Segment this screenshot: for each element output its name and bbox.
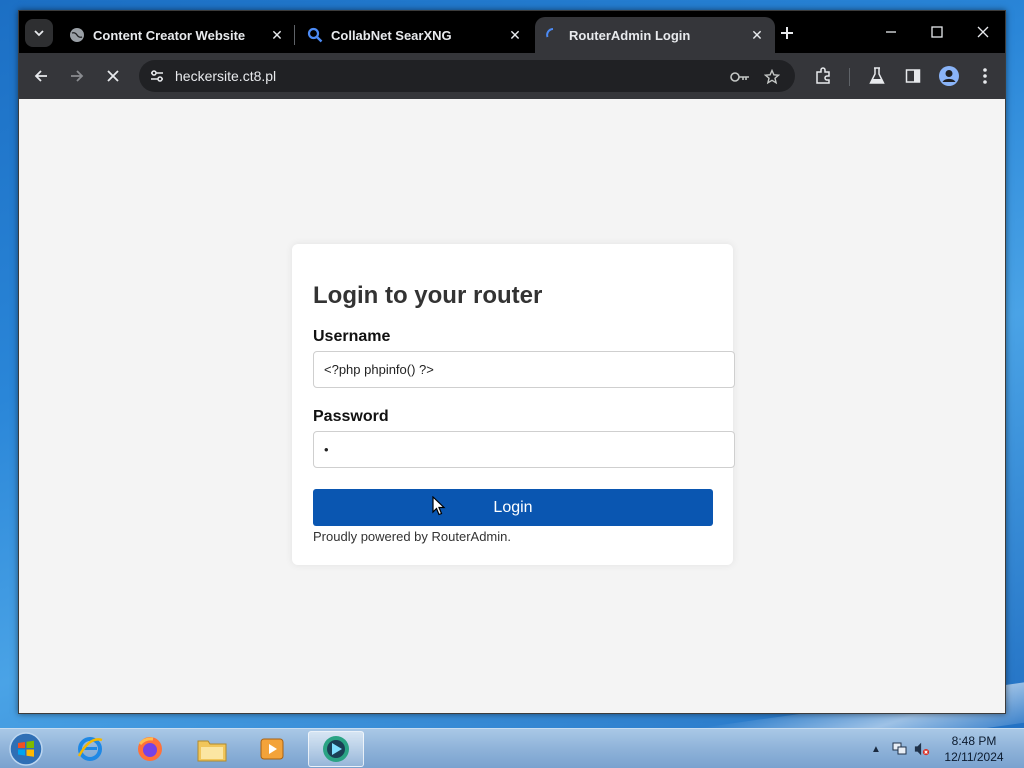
chevron-down-icon: [34, 30, 44, 37]
start-button[interactable]: [6, 730, 46, 768]
taskbar-media-player[interactable]: [244, 731, 300, 767]
tab-close-icon[interactable]: ✕: [269, 27, 285, 43]
tab-search-button[interactable]: [25, 19, 53, 47]
url-text: heckersite.ct8.pl: [175, 68, 277, 84]
volume-muted-icon[interactable]: [914, 741, 930, 757]
page-viewport: Login to your router Username <?php phpi…: [19, 99, 1005, 713]
show-hidden-icons-icon[interactable]: ▲: [868, 741, 884, 757]
tab-strip: Content Creator Website ✕ CollabNet Sear…: [19, 11, 1005, 53]
taskbar-firefox[interactable]: [122, 731, 178, 767]
internet-explorer-icon: [77, 737, 103, 761]
side-panel-icon[interactable]: [901, 64, 925, 88]
maximize-button[interactable]: [915, 17, 959, 47]
plus-icon: [781, 27, 793, 39]
tab-title: CollabNet SearXNG: [331, 27, 452, 43]
forward-button[interactable]: [63, 62, 91, 90]
extensions-icon[interactable]: [811, 64, 835, 88]
mouse-cursor-icon: [432, 496, 446, 516]
forward-arrow-icon: [71, 70, 84, 82]
browser-window: Content Creator Website ✕ CollabNet Sear…: [18, 10, 1006, 714]
close-window-button[interactable]: [961, 17, 1005, 47]
tab-close-icon[interactable]: ✕: [749, 27, 765, 43]
labs-flask-icon[interactable]: [865, 64, 889, 88]
media-player-icon: [260, 738, 284, 760]
browser-toolbar: heckersite.ct8.pl: [19, 53, 1005, 99]
username-input[interactable]: <?php phpinfo() ?>: [313, 351, 735, 388]
loading-spinner-icon: [545, 27, 561, 43]
tab-close-icon[interactable]: ✕: [507, 27, 523, 43]
back-arrow-icon: [34, 70, 47, 82]
folder-icon: [197, 740, 227, 762]
windows-taskbar: ▲ 8:48 PM 12/11/2024: [0, 728, 1024, 768]
tab-content-creator[interactable]: Content Creator Website ✕: [59, 17, 295, 53]
address-bar[interactable]: heckersite.ct8.pl: [139, 60, 795, 92]
tab-separator: [294, 25, 295, 45]
app-icon: [323, 736, 349, 762]
site-settings-icon[interactable]: [147, 66, 167, 86]
stop-loading-button[interactable]: [99, 62, 127, 90]
tab-routeradmin-login[interactable]: RouterAdmin Login ✕: [535, 17, 775, 53]
maximize-icon: [931, 26, 943, 38]
globe-icon: [69, 27, 85, 43]
new-tab-button[interactable]: [775, 21, 799, 45]
page-title: Login to your router: [313, 282, 543, 309]
password-label: Password: [313, 408, 389, 425]
firefox-icon: [138, 737, 162, 761]
bookmark-star-icon[interactable]: [761, 66, 783, 88]
tab-collabnet-searxng[interactable]: CollabNet SearXNG ✕: [297, 17, 533, 53]
login-card: Login to your router Username <?php phpi…: [292, 244, 735, 565]
tab-title: Content Creator Website: [93, 27, 246, 43]
toolbar-separator: [849, 68, 850, 86]
windows-logo-icon: [9, 732, 43, 766]
network-icon[interactable]: [892, 741, 908, 757]
back-button[interactable]: [27, 62, 55, 90]
taskbar-file-explorer[interactable]: [184, 731, 240, 767]
login-button[interactable]: Login: [313, 489, 713, 526]
profile-avatar-icon[interactable]: [937, 64, 961, 88]
minimize-button[interactable]: [869, 17, 913, 47]
clock-time: 8:48 PM: [951, 734, 997, 748]
key-icon[interactable]: [729, 66, 751, 88]
clock-date: 12/11/2024: [944, 750, 1004, 764]
search-icon: [307, 27, 323, 43]
taskbar-internet-explorer[interactable]: [62, 731, 118, 767]
taskbar-active-app[interactable]: [308, 731, 364, 767]
powered-by-text: Proudly powered by RouterAdmin.: [313, 529, 511, 544]
more-menu-icon[interactable]: [973, 64, 997, 88]
stop-icon: [107, 70, 119, 82]
username-label: Username: [313, 328, 391, 345]
minimize-icon: [886, 31, 896, 33]
close-icon: [977, 26, 989, 38]
system-clock[interactable]: 8:48 PM 12/11/2024: [938, 733, 1010, 765]
password-input[interactable]: •: [313, 431, 735, 468]
tab-title: RouterAdmin Login: [569, 27, 691, 43]
